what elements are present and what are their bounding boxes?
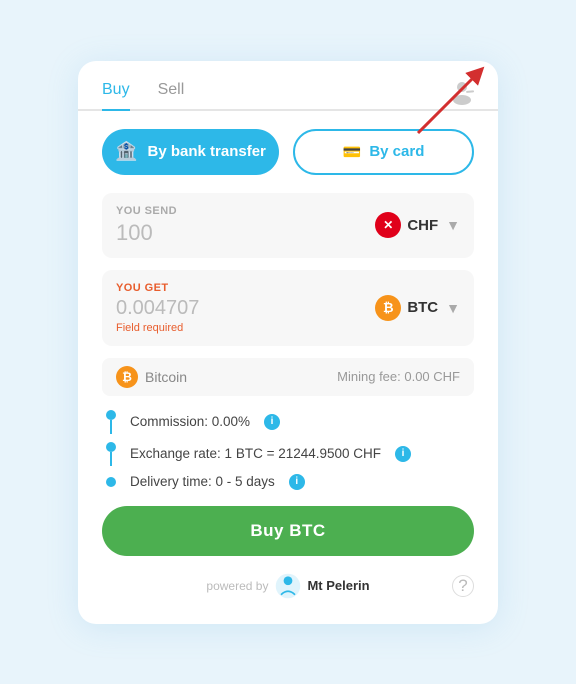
- send-chevron[interactable]: ▼: [446, 217, 460, 233]
- arrow-indicator: [378, 61, 498, 141]
- footer: powered by Mt Pelerin ?: [102, 572, 474, 600]
- detail-text-0: Commission: 0.00%: [130, 414, 250, 429]
- dot-1: [106, 442, 116, 452]
- bank-label: By bank transfer: [148, 143, 266, 160]
- bitcoin-label: ₿ Bitcoin: [116, 366, 337, 388]
- bank-icon: 🏦: [115, 141, 137, 162]
- info-btn-0[interactable]: i: [264, 414, 280, 430]
- list-item: Commission: 0.00% i: [102, 410, 474, 434]
- get-left: YOU GET 0.004707 Field required: [116, 282, 375, 334]
- field-required: Field required: [116, 322, 375, 334]
- main-content: 🏦 By bank transfer 💳 By card YOU SEND 10…: [78, 111, 498, 600]
- pelerin-logo-icon: [274, 572, 302, 600]
- details-section: Commission: 0.00% i Exchange rate: 1 BTC…: [102, 410, 474, 490]
- bitcoin-name: Bitcoin: [145, 369, 187, 385]
- btc-code: BTC: [407, 299, 438, 316]
- chf-badge: ✕ CHF: [375, 212, 438, 238]
- send-left: YOU SEND 100: [116, 205, 375, 246]
- footer-logo: Mt Pelerin: [274, 572, 369, 600]
- btc-badge: ₿ BTC: [375, 295, 438, 321]
- details-list: Commission: 0.00% i Exchange rate: 1 BTC…: [102, 410, 474, 490]
- chf-code: CHF: [407, 217, 438, 234]
- vline-1: [110, 452, 112, 466]
- help-button[interactable]: ?: [452, 575, 474, 597]
- send-row: YOU SEND 100 ✕ CHF ▼: [102, 193, 474, 258]
- get-currency[interactable]: ₿ BTC ▼: [375, 282, 460, 334]
- tab-sell[interactable]: Sell: [158, 81, 185, 111]
- card-label: By card: [369, 143, 424, 160]
- powered-by-text: powered by: [206, 579, 268, 593]
- tab-buy[interactable]: Buy: [102, 81, 130, 111]
- brand-name: Mt Pelerin: [307, 578, 369, 593]
- list-item: Delivery time: 0 - 5 days i: [102, 474, 474, 490]
- dot-col-0: [102, 410, 120, 434]
- get-chevron[interactable]: ▼: [446, 300, 460, 316]
- send-value[interactable]: 100: [116, 220, 375, 246]
- chf-icon: ✕: [375, 212, 401, 238]
- bank-transfer-button[interactable]: 🏦 By bank transfer: [102, 129, 279, 175]
- tabs-bar: Buy Sell: [78, 61, 498, 111]
- detail-text-2: Delivery time: 0 - 5 days: [130, 474, 275, 489]
- main-card: Buy Sell 🏦 By b: [78, 61, 498, 624]
- btc-small-icon: ₿: [116, 366, 138, 388]
- buy-button[interactable]: Buy BTC: [102, 506, 474, 556]
- card-icon: 💳: [343, 143, 362, 161]
- send-label: YOU SEND: [116, 205, 375, 217]
- detail-text-1: Exchange rate: 1 BTC = 21244.9500 CHF: [130, 446, 381, 461]
- send-currency[interactable]: ✕ CHF ▼: [375, 205, 460, 246]
- info-btn-1[interactable]: i: [395, 446, 411, 462]
- vline-0: [110, 420, 112, 434]
- mining-fee: Mining fee: 0.00 CHF: [337, 369, 460, 384]
- list-item: Exchange rate: 1 BTC = 21244.9500 CHF i: [102, 442, 474, 466]
- dot-2: [106, 477, 116, 487]
- dot-col-1: [102, 442, 120, 466]
- dot-0: [106, 410, 116, 420]
- btc-icon: ₿: [375, 295, 401, 321]
- get-value[interactable]: 0.004707: [116, 297, 375, 320]
- bitcoin-fee-row: ₿ Bitcoin Mining fee: 0.00 CHF: [102, 358, 474, 396]
- info-btn-2[interactable]: i: [289, 474, 305, 490]
- get-label: YOU GET: [116, 282, 375, 294]
- get-row: YOU GET 0.004707 Field required ₿ BTC ▼: [102, 270, 474, 346]
- dot-col-2: [102, 477, 120, 487]
